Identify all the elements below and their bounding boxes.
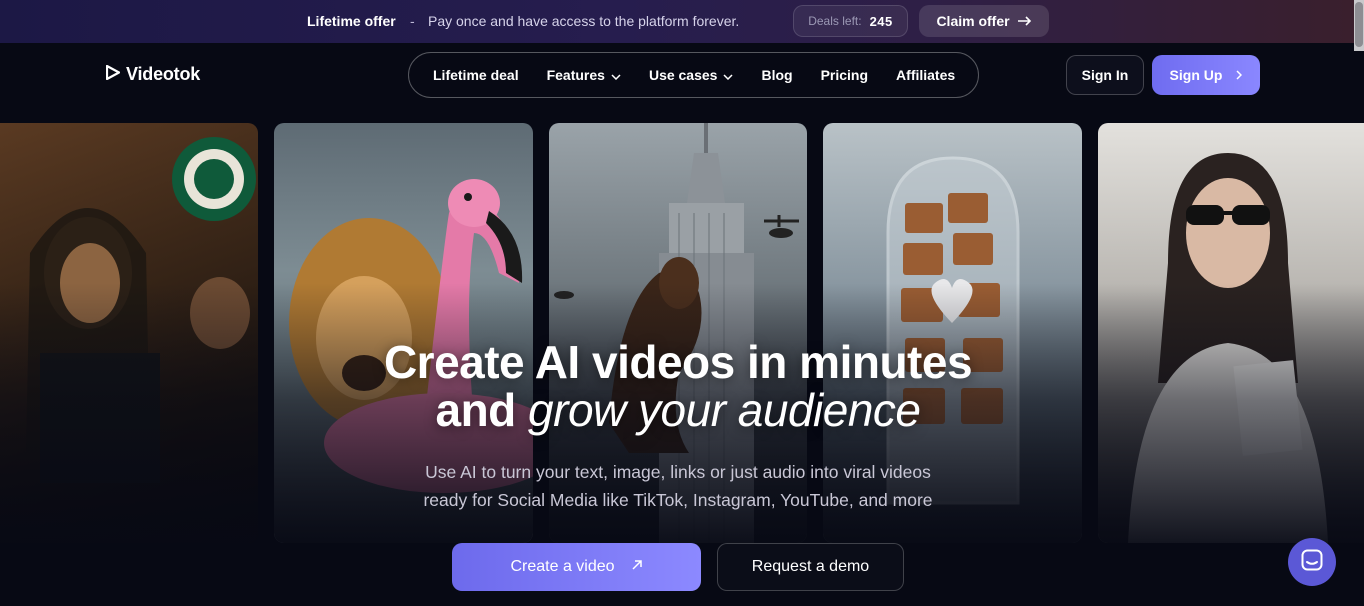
chevron-down-icon xyxy=(723,67,733,83)
arrow-up-right-icon xyxy=(631,558,643,576)
sign-in-button[interactable]: Sign In xyxy=(1066,55,1144,95)
nav-item-label: Lifetime deal xyxy=(433,67,519,83)
promo-title: Lifetime offer xyxy=(307,13,396,29)
chevron-down-icon xyxy=(611,67,621,83)
nav-item-label: Blog xyxy=(761,67,793,83)
page: Lifetime offer - Pay once and have acces… xyxy=(0,0,1364,606)
nav-item-use-cases[interactable]: Use cases xyxy=(649,67,734,83)
page-scrollbar[interactable] xyxy=(1354,0,1364,51)
promo-bar: Lifetime offer - Pay once and have acces… xyxy=(0,0,1364,43)
chat-icon xyxy=(1301,549,1323,576)
hero-title: Create AI videos in minutes and grow you… xyxy=(0,338,1356,434)
main-nav: Lifetime deal Features Use cases Blog Pr… xyxy=(408,52,979,98)
nav-item-affiliates[interactable]: Affiliates xyxy=(896,67,955,83)
sign-up-button[interactable]: Sign Up xyxy=(1152,55,1260,95)
hero-title-line2: and grow your audience xyxy=(0,386,1356,434)
request-demo-button[interactable]: Request a demo xyxy=(717,543,904,591)
deals-left-label: Deals left: xyxy=(808,14,862,28)
hero-subtitle: Use AI to turn your text, image, links o… xyxy=(0,458,1356,514)
scrollbar-thumb[interactable] xyxy=(1355,2,1363,47)
nav-item-pricing[interactable]: Pricing xyxy=(821,67,868,83)
hero-title-line1: Create AI videos in minutes xyxy=(383,336,973,388)
nav-item-label: Features xyxy=(546,67,605,83)
claim-offer-button[interactable]: Claim offer xyxy=(919,5,1049,37)
nav-item-features[interactable]: Features xyxy=(547,67,621,83)
claim-offer-label: Claim offer xyxy=(936,13,1010,29)
nav-item-label: Affiliates xyxy=(896,67,956,83)
hero-subtitle-line1: Use AI to turn your text, image, links o… xyxy=(425,462,931,482)
nav-item-label: Use cases xyxy=(648,67,718,83)
hero-title-plain: and xyxy=(435,384,516,436)
hero-subtitle-line2: ready for Social Media like TikTok, Inst… xyxy=(423,490,933,510)
chat-launcher-button[interactable] xyxy=(1288,538,1336,586)
logo-text: Videotok xyxy=(126,64,201,84)
sign-up-label: Sign Up xyxy=(1169,67,1223,83)
promo-separator: - xyxy=(410,13,415,29)
hero-title-italic: grow your audience xyxy=(528,384,921,436)
promo-text: Pay once and have access to the platform… xyxy=(428,13,740,29)
create-video-button[interactable]: Create a video xyxy=(452,543,701,591)
chevron-right-icon xyxy=(1236,67,1243,83)
create-video-label: Create a video xyxy=(510,558,615,575)
nav-item-blog[interactable]: Blog xyxy=(761,67,792,83)
arrow-right-icon xyxy=(1017,13,1032,29)
play-triangle-icon xyxy=(105,64,121,85)
deals-left-badge: Deals left: 245 xyxy=(793,5,908,37)
nav-item-label: Pricing xyxy=(820,67,869,83)
logo[interactable]: Videotok xyxy=(105,64,201,85)
nav-item-lifetime-deal[interactable]: Lifetime deal xyxy=(433,67,519,83)
deals-left-value: 245 xyxy=(869,13,893,29)
